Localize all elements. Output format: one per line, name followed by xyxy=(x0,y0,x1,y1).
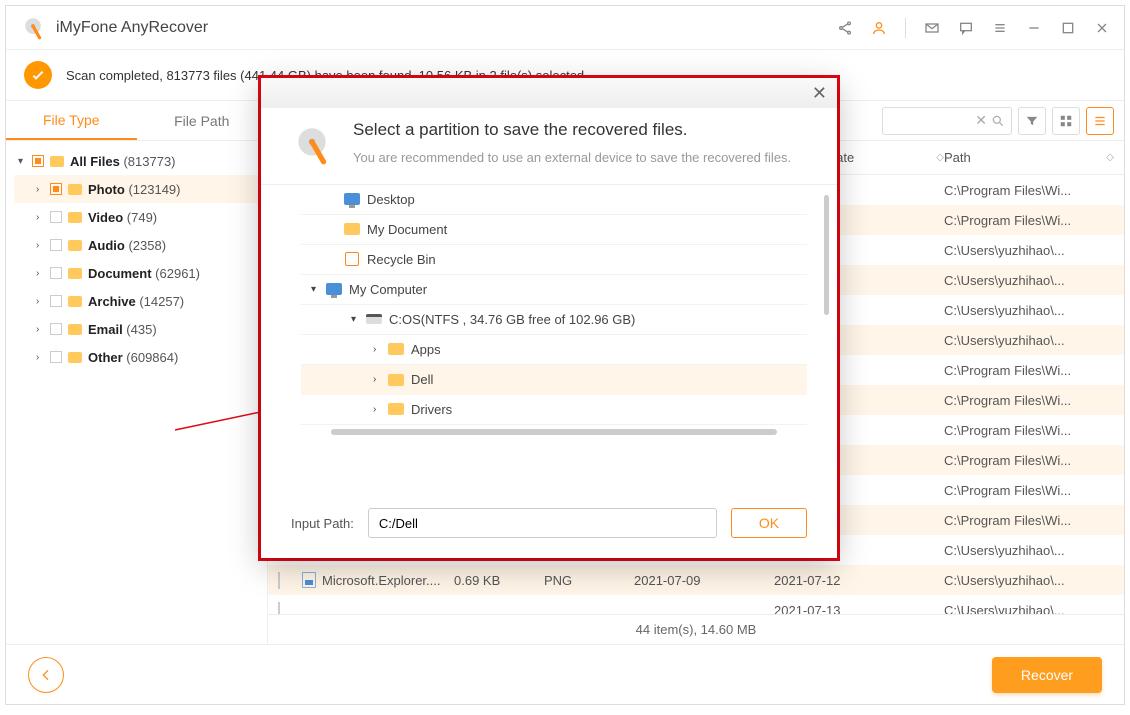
footer-summary: 44 item(s), 14.60 MB xyxy=(268,614,1124,644)
folder-icon xyxy=(68,268,82,279)
table-row[interactable]: 2021-07-13C:\Users\yuzhihao\... xyxy=(268,595,1124,614)
folder-drivers[interactable]: ›Drivers xyxy=(301,395,807,425)
folder-icon xyxy=(68,324,82,335)
folder-icon xyxy=(50,156,64,167)
location-drive-c[interactable]: ▾C:OS(NTFS , 34.76 GB free of 102.96 GB) xyxy=(301,305,807,335)
titlebar: iMyFone AnyRecover xyxy=(6,6,1124,50)
drive-icon xyxy=(366,314,382,324)
monitor-icon xyxy=(344,193,360,205)
folder-dell[interactable]: ›Dell xyxy=(301,365,807,395)
scrollbar[interactable] xyxy=(824,195,829,315)
search-icon[interactable] xyxy=(991,114,1005,128)
save-dialog-highlight: ✕ Select a partition to save the recover… xyxy=(258,75,840,561)
mail-icon[interactable] xyxy=(924,20,940,36)
tree-item[interactable]: ›Email (435) xyxy=(14,315,259,343)
recover-button[interactable]: Recover xyxy=(992,657,1102,693)
tab-file-path[interactable]: File Path xyxy=(137,101,268,140)
tree-item[interactable]: ›Photo (123149) xyxy=(14,175,259,203)
location-recyclebin[interactable]: Recycle Bin xyxy=(301,245,807,275)
folder-icon xyxy=(68,212,82,223)
tab-file-type[interactable]: File Type xyxy=(6,101,137,140)
file-icon xyxy=(302,572,316,588)
table-row[interactable]: Microsoft.Explorer....0.69 KBPNG2021-07-… xyxy=(268,565,1124,595)
back-button[interactable] xyxy=(28,657,64,693)
sidebar: File Type File Path ▾All Files (813773)›… xyxy=(6,101,268,644)
app-logo xyxy=(20,15,46,41)
tree-item[interactable]: ›Document (62961) xyxy=(14,259,259,287)
h-scrollbar[interactable] xyxy=(331,429,777,435)
app-title: iMyFone AnyRecover xyxy=(56,19,837,37)
input-path-label: Input Path: xyxy=(291,516,354,531)
location-mydocument[interactable]: My Document xyxy=(301,215,807,245)
tree-item[interactable]: ▾All Files (813773) xyxy=(14,147,259,175)
folder-icon xyxy=(388,403,404,415)
dialog-title: Select a partition to save the recovered… xyxy=(353,120,791,140)
folder-icon xyxy=(68,352,82,363)
folder-icon xyxy=(68,296,82,307)
tree-item[interactable]: ›Archive (14257) xyxy=(14,287,259,315)
location-desktop[interactable]: Desktop xyxy=(301,185,807,215)
recycle-icon xyxy=(345,252,359,266)
filter-button[interactable] xyxy=(1018,107,1046,135)
tree-item[interactable]: ›Video (749) xyxy=(14,203,259,231)
share-icon[interactable] xyxy=(837,20,853,36)
grid-view-button[interactable] xyxy=(1052,107,1080,135)
location-mycomputer[interactable]: ▾My Computer xyxy=(301,275,807,305)
menu-icon[interactable] xyxy=(992,20,1008,36)
dialog-close-icon[interactable]: ✕ xyxy=(812,83,827,104)
feedback-icon[interactable] xyxy=(958,20,974,36)
folder-icon xyxy=(68,184,82,195)
folder-icon xyxy=(344,223,360,235)
tree-item[interactable]: ›Other (609864) xyxy=(14,343,259,371)
folder-icon xyxy=(68,240,82,251)
computer-icon xyxy=(326,283,342,295)
save-dialog: ✕ Select a partition to save the recover… xyxy=(261,78,837,558)
user-icon[interactable] xyxy=(871,20,887,36)
list-view-button[interactable] xyxy=(1086,107,1114,135)
minimize-icon[interactable] xyxy=(1026,20,1042,36)
dialog-subtitle: You are recommended to use an external d… xyxy=(353,148,791,168)
search-input[interactable]: ✕ xyxy=(882,107,1012,135)
input-path-field[interactable] xyxy=(368,508,717,538)
folder-icon xyxy=(388,374,404,386)
maximize-icon[interactable] xyxy=(1060,20,1076,36)
dialog-logo xyxy=(291,124,333,166)
tree-item[interactable]: ›Audio (2358) xyxy=(14,231,259,259)
col-path[interactable]: Path xyxy=(944,150,971,165)
check-icon xyxy=(24,61,52,89)
folder-icon xyxy=(388,343,404,355)
close-icon[interactable] xyxy=(1094,20,1110,36)
folder-apps[interactable]: ›Apps xyxy=(301,335,807,365)
ok-button[interactable]: OK xyxy=(731,508,807,538)
clear-search-icon[interactable]: ✕ xyxy=(975,112,987,129)
